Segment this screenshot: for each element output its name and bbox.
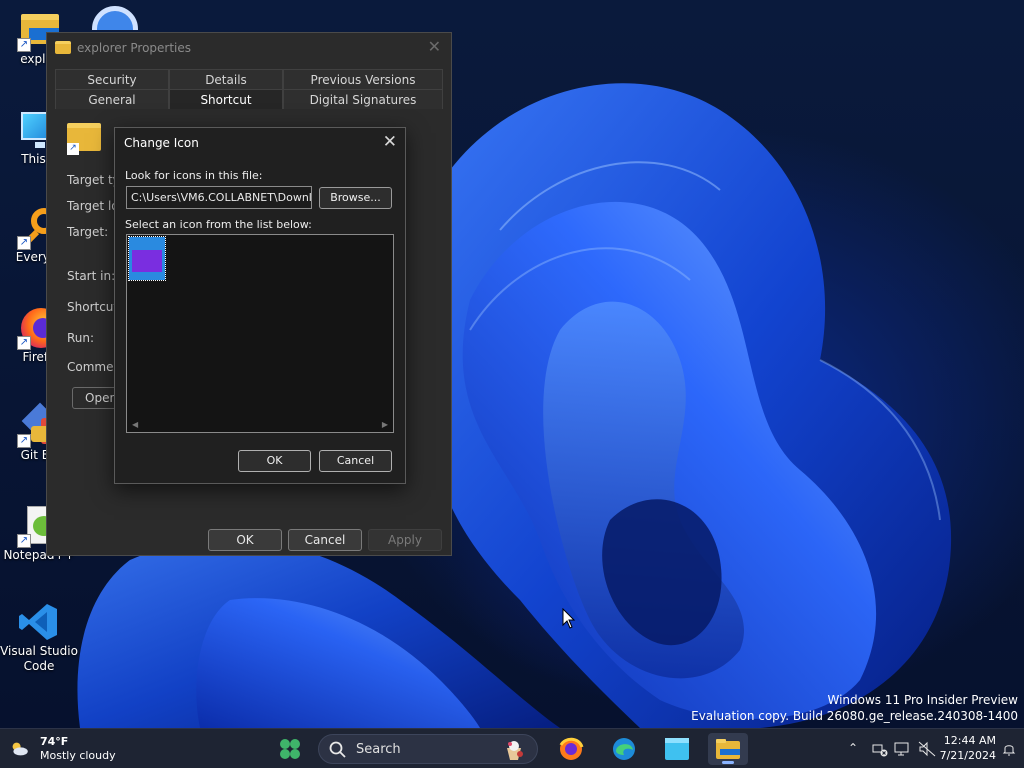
desktop-icon-vscode[interactable]: Visual Studio Code — [0, 600, 78, 674]
icon-file-path-input[interactable]: C:\Users\VM6.COLLABNET\Downloac — [126, 186, 312, 209]
label-run: Run: — [67, 331, 95, 345]
taskbar-file-explorer[interactable] — [708, 733, 748, 765]
close-icon[interactable]: ✕ — [428, 37, 441, 56]
properties-title: explorer Properties — [77, 41, 192, 55]
clock-time: 12:44 AM — [943, 734, 996, 747]
watermark-line-2: Evaluation copy. Build 26080.ge_release.… — [691, 709, 1018, 723]
taskbar-edge[interactable] — [604, 733, 644, 765]
close-icon[interactable]: ✕ — [383, 132, 397, 152]
label-target: Target: — [67, 225, 109, 239]
mouse-cursor-icon — [562, 608, 576, 629]
label-start-in: Start in: — [67, 269, 116, 283]
look-for-icons-label: Look for icons in this file: — [125, 169, 263, 182]
tab-previous-versions[interactable]: Previous Versions — [283, 69, 443, 89]
search-icon — [329, 741, 346, 758]
shortcut-folder-icon: ↗ — [67, 123, 101, 155]
search-highlight-icon — [507, 741, 523, 760]
cloudy-weather-icon — [12, 742, 28, 756]
taskbar-firefox[interactable] — [551, 733, 591, 765]
tab-row-bottom: General Shortcut Digital Signatures — [55, 89, 443, 109]
weather-description: Mostly cloudy — [40, 749, 116, 762]
clock-date: 7/21/2024 — [939, 749, 996, 762]
search-label: Search — [356, 742, 401, 757]
weather-temperature: 74°F — [40, 735, 69, 748]
network-error-icon[interactable] — [872, 741, 888, 757]
scroll-left-icon[interactable]: ◀ — [132, 420, 138, 429]
dialog-title: Change Icon — [124, 136, 199, 150]
chevron-up-icon[interactable]: ⌃ — [848, 741, 858, 755]
change-icon-dialog: Change Icon ✕ Look for icons in this fil… — [114, 127, 406, 484]
watermark-line-1: Windows 11 Pro Insider Preview — [827, 693, 1018, 707]
notification-bell-icon[interactable] — [1002, 741, 1016, 757]
folder-icon — [55, 41, 71, 54]
clock[interactable]: 12:44 AM 7/21/2024 — [936, 733, 996, 763]
taskbar-store[interactable] — [657, 733, 697, 765]
desktop: ↗ explor This P ↗ Everyth ↗ Firefo ↗ Git… — [0, 0, 1024, 728]
system-tray: ⌃ 12:44 AM 7/21/2024 — [844, 729, 1024, 768]
tab-shortcut[interactable]: Shortcut — [169, 89, 283, 109]
desktop-icon-label: Visual Studio Code — [0, 644, 78, 673]
vscode-icon — [17, 600, 61, 644]
chrome-icon[interactable] — [92, 6, 140, 30]
weather-widget[interactable]: 74°F Mostly cloudy — [6, 735, 126, 765]
start-button[interactable] — [270, 733, 310, 765]
properties-apply-button[interactable]: Apply — [368, 529, 442, 551]
folder-icon — [132, 250, 162, 272]
properties-ok-button[interactable]: OK — [208, 529, 282, 551]
dialog-ok-button[interactable]: OK — [238, 450, 311, 472]
windows-watermark: Windows 11 Pro Insider Preview Evaluatio… — [691, 692, 1018, 724]
icon-list-item-selected[interactable] — [128, 236, 166, 281]
taskbar-search[interactable]: Search — [318, 734, 538, 764]
start-icon — [280, 739, 300, 759]
icon-list[interactable]: ◀ ▶ — [126, 234, 394, 433]
properties-titlebar[interactable]: explorer Properties ✕ — [47, 33, 451, 63]
taskbar: 74°F Mostly cloudy Search ⌃ 12:44 AM 7/2… — [0, 728, 1024, 768]
browse-button[interactable]: Browse... — [319, 187, 392, 209]
monitor-icon[interactable] — [894, 741, 910, 757]
tab-details[interactable]: Details — [169, 69, 283, 89]
scroll-right-icon[interactable]: ▶ — [382, 420, 388, 429]
volume-muted-icon[interactable] — [918, 741, 936, 757]
active-app-indicator — [722, 761, 734, 764]
store-icon — [665, 738, 689, 760]
tab-row-top: Security Details Previous Versions — [55, 69, 443, 89]
properties-cancel-button[interactable]: Cancel — [288, 529, 362, 551]
dialog-cancel-button[interactable]: Cancel — [319, 450, 392, 472]
tab-digital-signatures[interactable]: Digital Signatures — [283, 89, 443, 109]
tab-security[interactable]: Security — [55, 69, 169, 89]
edge-icon — [613, 738, 635, 760]
select-icon-label: Select an icon from the list below: — [125, 218, 312, 231]
tab-general[interactable]: General — [55, 89, 169, 109]
firefox-icon — [559, 737, 584, 760]
